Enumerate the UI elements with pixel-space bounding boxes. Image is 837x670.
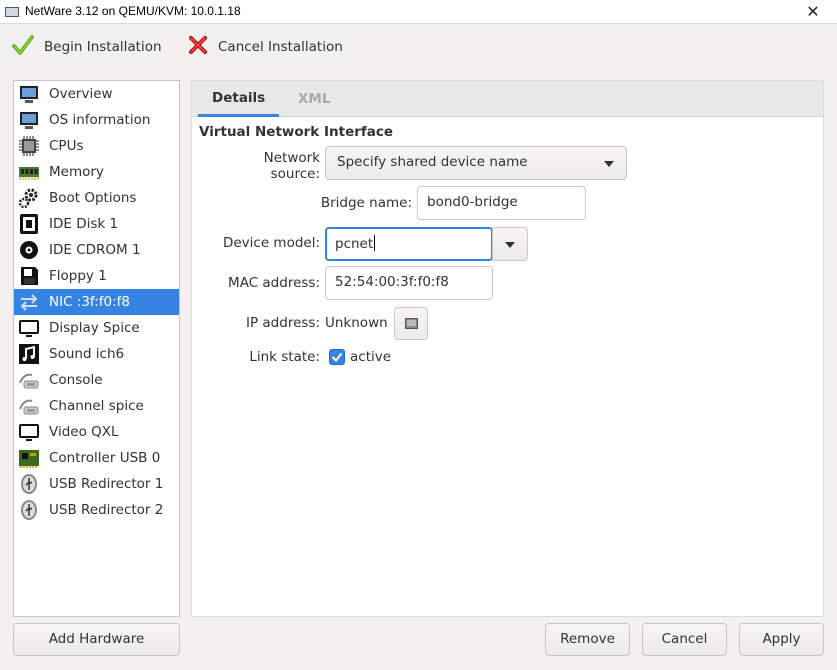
sidebar-item-video-qxl[interactable]: Video QXL [14, 419, 179, 445]
sound-icon [18, 343, 40, 365]
sidebar-item-ide-disk-1[interactable]: IDE Disk 1 [14, 211, 179, 237]
sidebar-item-channel-spice[interactable]: Channel spice [14, 393, 179, 419]
window-title: NetWare 3.12 on QEMU/KVM: 10.0.1.18 [25, 4, 241, 18]
device-model-dropdown-button[interactable] [492, 227, 528, 261]
close-icon[interactable]: ✕ [803, 2, 823, 22]
chevron-down-icon [505, 242, 515, 248]
sidebar-item-nic[interactable]: NIC :3f:f0:f8 [14, 289, 179, 315]
ip-refresh-button[interactable] [394, 307, 428, 340]
usb-icon [18, 499, 40, 521]
sidebar-item-label: Controller USB 0 [49, 450, 161, 466]
ip-address-label: IP address: [246, 315, 320, 331]
sidebar-item-cpus[interactable]: CPUs [14, 133, 179, 159]
sidebar-item-label: Boot Options [49, 190, 137, 206]
sidebar-item-label: Memory [49, 164, 104, 180]
sidebar-item-label: Console [49, 372, 103, 388]
serial-icon [18, 395, 40, 417]
mac-address-label: MAC address: [228, 275, 320, 291]
check-icon [332, 353, 342, 362]
checkmark-icon [12, 34, 34, 60]
cancel-button[interactable]: Cancel [642, 623, 727, 656]
cancel-installation-button[interactable]: Cancel Installation [188, 34, 343, 60]
tab-xml[interactable]: XML [284, 81, 344, 117]
sidebar-item-label: CPUs [49, 138, 84, 154]
hardware-list: Overview OS information CPUs Memory Boot… [13, 80, 180, 617]
begin-installation-button[interactable]: Begin Installation [12, 34, 162, 60]
sidebar-item-label: Overview [49, 86, 113, 102]
sidebar-item-sound-ich6[interactable]: Sound ich6 [14, 341, 179, 367]
remove-button[interactable]: Remove [545, 623, 630, 656]
sidebar-item-label: USB Redirector 2 [49, 502, 164, 518]
details-panel: Details XML Virtual Network Interface Ne… [191, 80, 824, 617]
sidebar-item-controller-usb-0[interactable]: Controller USB 0 [14, 445, 179, 471]
section-title: Virtual Network Interface [199, 124, 394, 140]
gears-icon [18, 187, 40, 209]
toolbar: Begin Installation Cancel Installation [0, 24, 837, 72]
cdrom-icon [18, 239, 40, 261]
sidebar-item-display-spice[interactable]: Display Spice [14, 315, 179, 341]
network-source-value: Specify shared device name [337, 154, 528, 170]
sidebar-item-ide-cdrom-1[interactable]: IDE CDROM 1 [14, 237, 179, 263]
sidebar-item-memory[interactable]: Memory [14, 159, 179, 185]
mac-address-input[interactable]: 52:54:00:3f:f0:f8 [325, 266, 493, 300]
mac-address-value: 52:54:00:3f:f0:f8 [335, 274, 449, 290]
link-state-value: active [350, 349, 392, 365]
cpu-icon [18, 135, 40, 157]
tab-details[interactable]: Details [198, 81, 280, 117]
sidebar-item-label: Display Spice [49, 320, 140, 336]
device-model-value: pcnet [335, 236, 374, 252]
floppy-icon [18, 265, 40, 287]
sidebar-item-label: IDE Disk 1 [49, 216, 119, 232]
link-state-checkbox[interactable] [329, 349, 345, 365]
sidebar-item-label: OS information [49, 112, 151, 128]
sidebar-item-console[interactable]: Console [14, 367, 179, 393]
sidebar-item-label: Floppy 1 [49, 268, 107, 284]
sidebar-item-usb-redirector-2[interactable]: USB Redirector 2 [14, 497, 179, 523]
device-model-label: Device model: [222, 235, 320, 251]
display-icon [18, 421, 40, 443]
memory-icon [18, 161, 40, 183]
app-icon [5, 7, 19, 17]
chevron-down-icon [604, 161, 614, 167]
text-caret [374, 235, 376, 251]
device-model-value-wrap: pcnet [335, 235, 376, 252]
title-bar: NetWare 3.12 on QEMU/KVM: 10.0.1.18 ✕ [0, 0, 837, 24]
x-mark-icon [188, 35, 208, 59]
sidebar-item-label: USB Redirector 1 [49, 476, 164, 492]
serial-icon [18, 369, 40, 391]
network-source-label: Network source: [263, 150, 320, 182]
link-state-label: Link state: [249, 349, 320, 365]
monitor-icon [18, 83, 40, 105]
sidebar-item-boot-options[interactable]: Boot Options [14, 185, 179, 211]
tab-bar: Details XML [192, 81, 823, 117]
sidebar-item-label: NIC :3f:f0:f8 [49, 294, 130, 310]
bridge-name-value: bond0-bridge [427, 194, 518, 210]
usb-icon [18, 473, 40, 495]
nic-icon [18, 291, 40, 313]
controller-icon [18, 447, 40, 469]
sidebar-item-os-information[interactable]: OS information [14, 107, 179, 133]
monitor-icon [18, 109, 40, 131]
details-icon [405, 318, 418, 333]
ip-address-value: Unknown [325, 315, 388, 331]
sidebar-item-label: IDE CDROM 1 [49, 242, 141, 258]
sidebar-item-label: Channel spice [49, 398, 144, 414]
sidebar-item-label: Video QXL [49, 424, 119, 440]
display-icon [18, 317, 40, 339]
sidebar-item-label: Sound ich6 [49, 346, 125, 362]
sidebar-item-overview[interactable]: Overview [14, 81, 179, 107]
network-source-select[interactable]: Specify shared device name [325, 146, 627, 180]
cancel-installation-label: Cancel Installation [218, 39, 343, 55]
apply-button[interactable]: Apply [739, 623, 824, 656]
sidebar-item-usb-redirector-1[interactable]: USB Redirector 1 [14, 471, 179, 497]
bridge-name-input[interactable]: bond0-bridge [417, 186, 586, 220]
sidebar-item-floppy-1[interactable]: Floppy 1 [14, 263, 179, 289]
bridge-name-label: Bridge name: [320, 195, 412, 211]
device-model-input[interactable]: pcnet [325, 227, 493, 261]
add-hardware-button[interactable]: Add Hardware [13, 623, 180, 656]
begin-installation-label: Begin Installation [44, 39, 162, 55]
disk-icon [18, 213, 40, 235]
